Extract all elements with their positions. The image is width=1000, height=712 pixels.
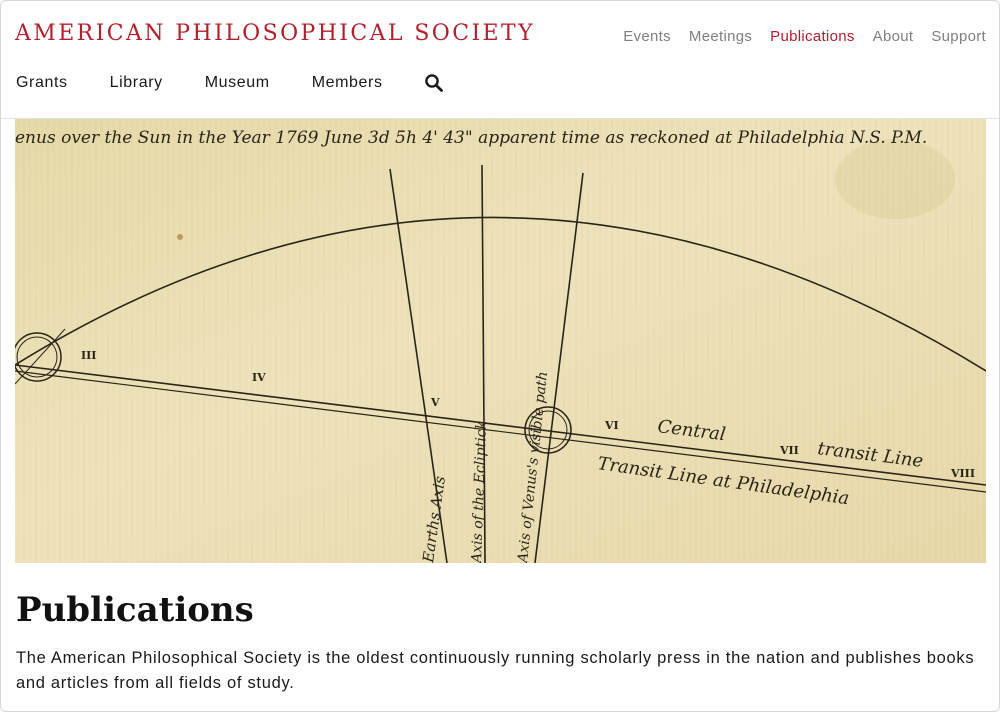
- browser-page: AMERICAN PHILOSOPHICAL SOCIETY Events Me…: [0, 0, 1000, 712]
- site-header: AMERICAN PHILOSOPHICAL SOCIETY Events Me…: [1, 1, 999, 119]
- engraving-caption: enus over the Sun in the Year 1769 June …: [15, 128, 927, 148]
- main-nav-library[interactable]: Library: [110, 74, 163, 92]
- util-nav-events[interactable]: Events: [623, 28, 671, 45]
- site-logo[interactable]: AMERICAN PHILOSOPHICAL SOCIETY: [15, 21, 535, 46]
- numeral-viii: VIII: [950, 467, 975, 480]
- numeral-iii: III: [81, 349, 96, 362]
- main-nav-grants[interactable]: Grants: [16, 74, 68, 92]
- util-nav-publications[interactable]: Publications: [770, 28, 854, 45]
- numeral-iv: IV: [252, 371, 266, 384]
- numeral-vii: VII: [779, 444, 799, 457]
- numeral-v: V: [430, 396, 440, 409]
- main-nav: Grants Library Museum Members: [16, 73, 444, 93]
- intro-paragraph: The American Philosophical Society is th…: [16, 649, 975, 692]
- utility-nav: Events Meetings Publications About Suppo…: [623, 28, 986, 45]
- main-nav-museum[interactable]: Museum: [205, 74, 270, 92]
- hero-image: enus over the Sun in the Year 1769 June …: [15, 119, 986, 563]
- numeral-vi: VI: [604, 419, 619, 432]
- transit-of-venus-engraving: enus over the Sun in the Year 1769 June …: [15, 119, 986, 563]
- main-nav-members[interactable]: Members: [312, 74, 383, 92]
- util-nav-about[interactable]: About: [873, 28, 914, 45]
- page-title: Publications: [16, 590, 254, 630]
- search-icon[interactable]: [424, 73, 444, 93]
- util-nav-support[interactable]: Support: [931, 28, 986, 45]
- util-nav-meetings[interactable]: Meetings: [689, 28, 752, 45]
